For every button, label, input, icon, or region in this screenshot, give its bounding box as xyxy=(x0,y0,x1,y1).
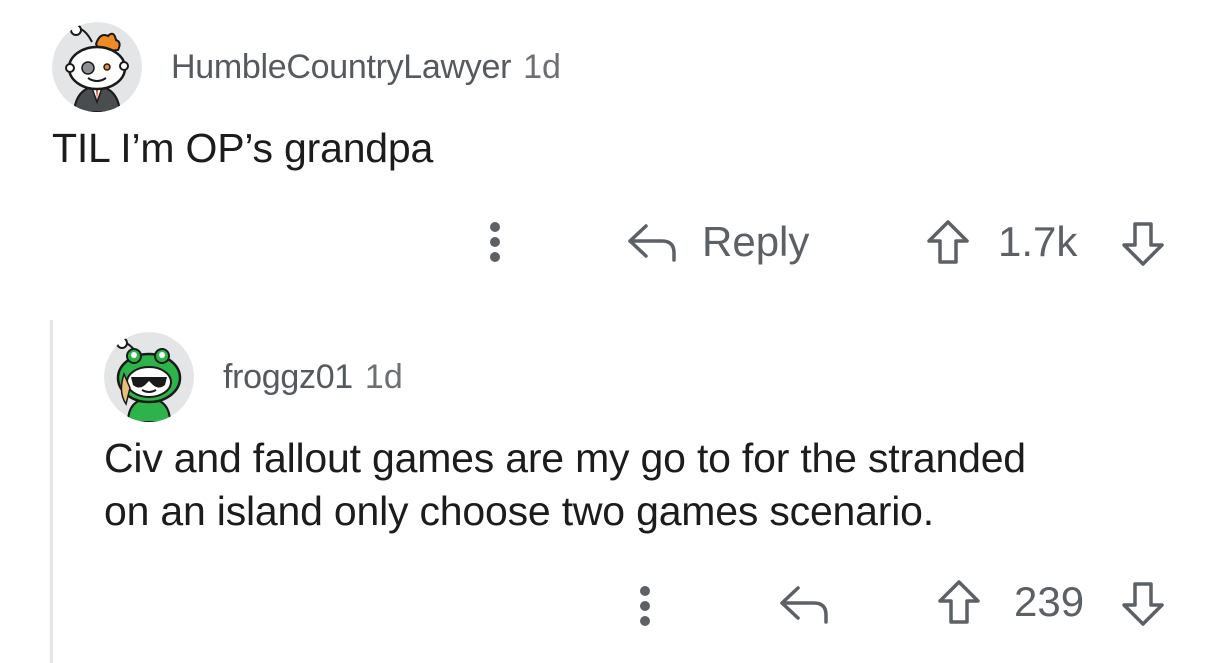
more-options-icon xyxy=(490,222,500,262)
more-options-button[interactable] xyxy=(480,218,510,266)
comment-2: froggz01 1d Civ and fallout games are my… xyxy=(0,320,1218,663)
username[interactable]: HumbleCountryLawyer xyxy=(171,48,511,87)
avatar-snoo-lawyer xyxy=(52,22,142,112)
avatar-snoo-frog xyxy=(104,332,194,422)
downvote-button[interactable] xyxy=(1120,580,1166,628)
more-options-icon xyxy=(640,586,650,626)
upvote-icon xyxy=(938,580,980,624)
more-options-button[interactable] xyxy=(630,582,660,630)
downvote-icon xyxy=(1122,222,1164,266)
reply-button[interactable] xyxy=(778,582,830,626)
comment-2-header: froggz01 1d xyxy=(104,332,403,422)
upvote-button[interactable] xyxy=(936,578,982,626)
avatar[interactable] xyxy=(104,332,194,422)
reply-arrow-icon xyxy=(780,586,828,624)
comment-age: 1d xyxy=(523,47,561,86)
vote-count: 239 xyxy=(1014,578,1085,625)
reply-arrow-icon xyxy=(628,224,676,262)
comment-1: HumbleCountryLawyer 1d TIL I’m OP’s gran… xyxy=(0,0,1218,300)
avatar[interactable] xyxy=(52,22,142,112)
comment-text-line: Civ and fallout games are my go to for t… xyxy=(104,435,1026,481)
comment-2-actions: 239 xyxy=(630,572,1190,632)
comment-1-actions: Reply 1.7k xyxy=(480,212,1180,272)
downvote-icon xyxy=(1122,582,1164,626)
reply-button[interactable]: Reply xyxy=(626,212,809,272)
comment-1-header: HumbleCountryLawyer 1d xyxy=(52,22,561,112)
reply-label: Reply xyxy=(702,218,810,265)
comment-text: TIL I’m OP’s grandpa xyxy=(52,125,434,171)
upvote-button[interactable] xyxy=(925,218,971,266)
vote-count: 1.7k xyxy=(998,218,1078,265)
downvote-button[interactable] xyxy=(1120,220,1166,268)
username[interactable]: froggz01 xyxy=(223,358,353,397)
comment-text: Civ and fallout games are my go to for t… xyxy=(104,432,1026,538)
comment-age: 1d xyxy=(364,357,403,396)
upvote-icon xyxy=(927,220,969,264)
comment-text-line: on an island only choose two games scena… xyxy=(104,488,934,534)
